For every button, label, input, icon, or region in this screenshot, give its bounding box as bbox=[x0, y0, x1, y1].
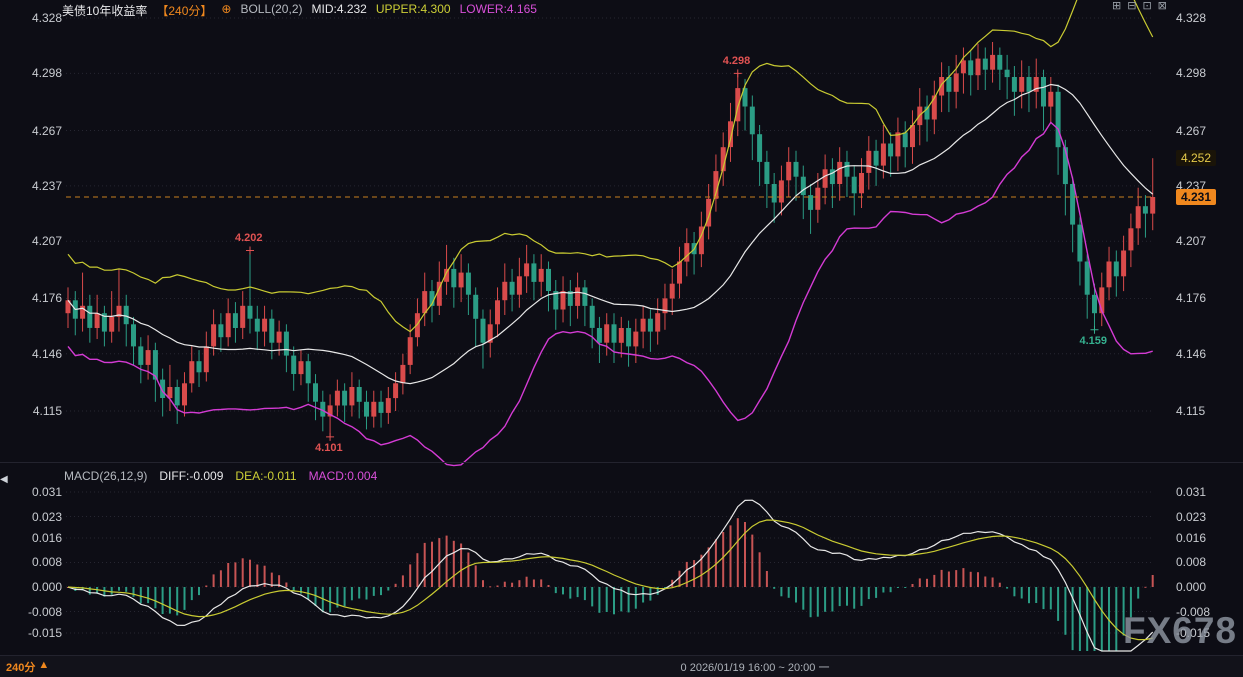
chart-canvas[interactable] bbox=[0, 0, 1243, 677]
main-gridlines bbox=[66, 18, 1154, 411]
boll-lower-value: LOWER:4.165 bbox=[460, 2, 537, 19]
macd-hist-value: MACD:0.004 bbox=[309, 469, 378, 483]
layout-tile-icon[interactable]: ⊟ bbox=[1127, 0, 1136, 12]
alert-price-tag: 4.252 bbox=[1176, 150, 1216, 166]
x-axis-bar bbox=[0, 655, 1243, 677]
timeframe-selector[interactable]: 240分 ▲ bbox=[6, 659, 49, 675]
timeframe-value: 240分 bbox=[6, 659, 35, 675]
candles-layer bbox=[66, 42, 1156, 437]
boll-lower-line bbox=[68, 122, 1153, 465]
macd-gridlines bbox=[66, 492, 1154, 633]
boll-upper-line bbox=[68, 0, 1153, 332]
annotation-markers bbox=[246, 69, 1098, 440]
boll-indicator-label: BOLL(20,2) bbox=[240, 2, 302, 19]
boll-mid-value: MID:4.232 bbox=[312, 2, 367, 19]
watermark-logo: FX678 bbox=[1123, 610, 1237, 652]
macd-legend: MACD(26,12,9) DIFF:-0.009 DEA:-0.011 MAC… bbox=[64, 469, 377, 483]
add-indicator-icon[interactable]: ⊕ bbox=[221, 2, 231, 19]
crosshair-date-label: 0 2026/01/19 16:00 ~ 20:00 一 bbox=[681, 659, 830, 675]
layout-single-icon[interactable]: ⊡ bbox=[1142, 0, 1151, 12]
boll-upper-value: UPPER:4.300 bbox=[376, 2, 451, 19]
chart-window: 4.3284.3284.2984.2984.2674.2674.2374.237… bbox=[0, 0, 1243, 677]
page-title: 美债10年收益率 bbox=[62, 2, 147, 19]
layout-close-icon[interactable]: ⊠ bbox=[1158, 0, 1167, 12]
macd-diff-line bbox=[68, 500, 1153, 651]
triangle-up-icon: ▲ bbox=[38, 659, 49, 675]
layout-add-icon[interactable]: ⊞ bbox=[1112, 0, 1121, 12]
main-chart-legend: 美债10年收益率【240分】 ⊕ BOLL(20,2) MID:4.232 UP… bbox=[62, 2, 537, 19]
macd-dea-value: DEA:-0.011 bbox=[235, 469, 296, 483]
chart-timeframe-label: 【240分】 bbox=[156, 2, 212, 19]
collapse-panel-icon[interactable]: ◀ bbox=[0, 474, 8, 485]
pane-icon-group: ⊞ ⊟ ⊡ ⊠ bbox=[1112, 0, 1167, 12]
current-price-tag: 4.231 bbox=[1176, 189, 1216, 205]
boll-mid-line bbox=[68, 85, 1153, 384]
macd-diff-value: DIFF:-0.009 bbox=[159, 469, 223, 483]
macd-indicator-label: MACD(26,12,9) bbox=[64, 469, 147, 483]
